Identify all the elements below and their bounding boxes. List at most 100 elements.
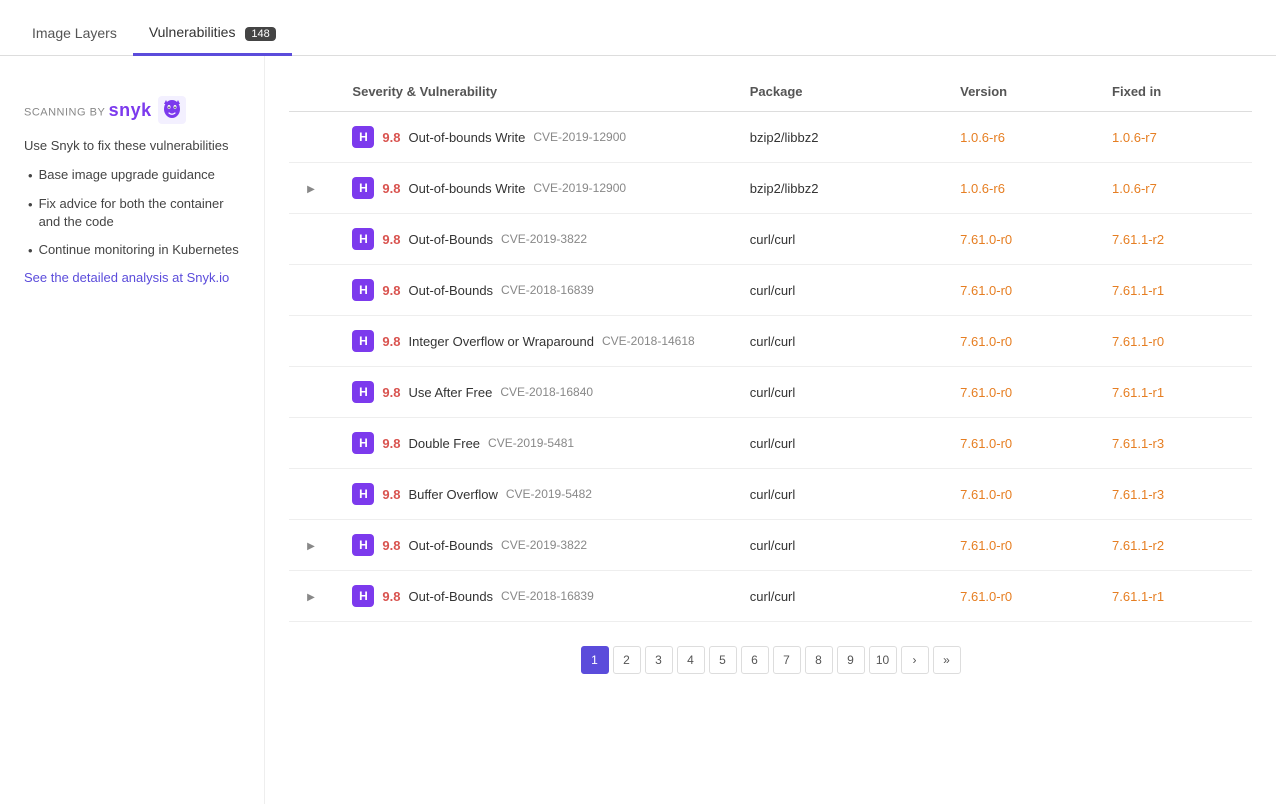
- expand-cell: [289, 112, 340, 163]
- cve-id: CVE-2018-14618: [602, 334, 695, 348]
- version-cell: 7.61.0-r0: [948, 571, 1100, 622]
- h-badge: H: [352, 381, 374, 403]
- page-5-button[interactable]: 5: [709, 646, 737, 674]
- vuln-name: Out-of-bounds Write: [409, 181, 526, 196]
- snyk-logo: snyk: [109, 96, 186, 124]
- fixed-in-value: 7.61.1-r2: [1112, 538, 1164, 553]
- main-content: Severity & Vulnerability Package Version…: [265, 56, 1276, 804]
- version-cell: 7.61.0-r0: [948, 367, 1100, 418]
- fixed-in-value: 7.61.1-r2: [1112, 232, 1164, 247]
- severity-score: 9.8: [382, 232, 400, 247]
- severity-cell: H 9.8 Double Free CVE-2019-5481: [340, 418, 737, 469]
- fixed-in-cell: 7.61.1-r1: [1100, 265, 1252, 316]
- severity-cell: H 9.8 Use After Free CVE-2018-16840: [340, 367, 737, 418]
- package-cell: curl/curl: [738, 418, 948, 469]
- page-4-button[interactable]: 4: [677, 646, 705, 674]
- package-name: curl/curl: [750, 538, 796, 553]
- sidebar-list-item: Continue monitoring in Kubernetes: [28, 241, 240, 260]
- version-value: 1.0.6-r6: [960, 130, 1005, 145]
- version-value: 1.0.6-r6: [960, 181, 1005, 196]
- table-row: H 9.8 Double Free CVE-2019-5481 curl/cur…: [289, 418, 1252, 469]
- expand-cell: [289, 418, 340, 469]
- vuln-name: Double Free: [409, 436, 481, 451]
- snyk-mascot-icon: [158, 96, 186, 124]
- severity-cell: H 9.8 Integer Overflow or Wraparound CVE…: [340, 316, 737, 367]
- cve-id: CVE-2019-3822: [501, 538, 587, 552]
- table-header-row: Severity & Vulnerability Package Version…: [289, 76, 1252, 112]
- package-cell: curl/curl: [738, 214, 948, 265]
- severity-score: 9.8: [382, 334, 400, 349]
- table-row: H 9.8 Out-of-Bounds CVE-2018-16839 curl/…: [289, 265, 1252, 316]
- version-value: 7.61.0-r0: [960, 232, 1012, 247]
- sidebar-description: Use Snyk to fix these vulnerabilities: [24, 136, 240, 156]
- vuln-name: Buffer Overflow: [409, 487, 498, 502]
- page-7-button[interactable]: 7: [773, 646, 801, 674]
- expand-cell: ▶: [289, 520, 340, 571]
- page-1-button[interactable]: 1: [581, 646, 609, 674]
- expand-cell: [289, 469, 340, 520]
- version-cell: 1.0.6-r6: [948, 163, 1100, 214]
- version-cell: 7.61.0-r0: [948, 520, 1100, 571]
- expand-button[interactable]: ▶: [301, 182, 321, 197]
- h-badge: H: [352, 483, 374, 505]
- page-3-button[interactable]: 3: [645, 646, 673, 674]
- package-name: curl/curl: [750, 385, 796, 400]
- vuln-name: Out-of-Bounds: [409, 589, 494, 604]
- severity-cell: H 9.8 Out-of-Bounds CVE-2018-16839: [340, 571, 737, 622]
- sidebar-feature-list: Base image upgrade guidance Fix advice f…: [24, 166, 240, 261]
- package-header: Package: [738, 76, 948, 112]
- version-value: 7.61.0-r0: [960, 385, 1012, 400]
- severity-header: Severity & Vulnerability: [340, 76, 737, 112]
- page-2-button[interactable]: 2: [613, 646, 641, 674]
- expand-cell: [289, 367, 340, 418]
- snyk-analysis-link[interactable]: See the detailed analysis at Snyk.io: [24, 270, 229, 285]
- h-badge: H: [352, 228, 374, 250]
- fixed-in-value: 1.0.6-r7: [1112, 130, 1157, 145]
- expand-button[interactable]: ▶: [301, 539, 321, 554]
- cve-id: CVE-2019-5481: [488, 436, 574, 450]
- severity-score: 9.8: [382, 538, 400, 553]
- page-10-button[interactable]: 10: [869, 646, 897, 674]
- h-badge: H: [352, 279, 374, 301]
- package-cell: curl/curl: [738, 316, 948, 367]
- package-name: curl/curl: [750, 487, 796, 502]
- table-row: H 9.8 Out-of-Bounds CVE-2019-3822 curl/c…: [289, 214, 1252, 265]
- snyk-name: snyk: [109, 100, 152, 121]
- version-cell: 7.61.0-r0: [948, 265, 1100, 316]
- severity-score: 9.8: [382, 130, 400, 145]
- h-badge: H: [352, 534, 374, 556]
- fixed-in-value: 7.61.1-r1: [1112, 589, 1164, 604]
- vuln-name: Out-of-Bounds: [409, 232, 494, 247]
- version-cell: 7.61.0-r0: [948, 418, 1100, 469]
- page-6-button[interactable]: 6: [741, 646, 769, 674]
- page-9-button[interactable]: 9: [837, 646, 865, 674]
- table-row: H 9.8 Out-of-bounds Write CVE-2019-12900…: [289, 112, 1252, 163]
- sidebar-list-item: Base image upgrade guidance: [28, 166, 240, 185]
- scanning-by-label: SCANNING BY snyk: [24, 96, 240, 124]
- main-layout: SCANNING BY snyk Use: [0, 56, 1276, 804]
- fixed-in-cell: 7.61.1-r0: [1100, 316, 1252, 367]
- page-8-button[interactable]: 8: [805, 646, 833, 674]
- tab-image-layers[interactable]: Image Layers: [16, 17, 133, 56]
- vuln-name: Use After Free: [409, 385, 493, 400]
- table-row: H 9.8 Buffer Overflow CVE-2019-5482 curl…: [289, 469, 1252, 520]
- cve-id: CVE-2019-3822: [501, 232, 587, 246]
- table-row: ▶ H 9.8 Out-of-bounds Write CVE-2019-129…: [289, 163, 1252, 214]
- expand-button[interactable]: ▶: [301, 590, 321, 605]
- version-value: 7.61.0-r0: [960, 589, 1012, 604]
- h-badge: H: [352, 330, 374, 352]
- fixed-in-cell: 7.61.1-r1: [1100, 571, 1252, 622]
- next-page-button[interactable]: ›: [901, 646, 929, 674]
- fixed-in-value: 7.61.1-r3: [1112, 436, 1164, 451]
- vuln-name: Integer Overflow or Wraparound: [409, 334, 594, 349]
- tab-vulnerabilities[interactable]: Vulnerabilities 148: [133, 16, 292, 56]
- severity-score: 9.8: [382, 283, 400, 298]
- sidebar: SCANNING BY snyk Use: [0, 56, 265, 804]
- severity-score: 9.8: [382, 385, 400, 400]
- fixed-in-value: 7.61.1-r1: [1112, 283, 1164, 298]
- fixed-in-value: 7.61.1-r0: [1112, 334, 1164, 349]
- last-page-button[interactable]: »: [933, 646, 961, 674]
- expand-cell: [289, 214, 340, 265]
- vulnerabilities-badge: 148: [245, 27, 275, 41]
- fixed-in-cell: 1.0.6-r7: [1100, 112, 1252, 163]
